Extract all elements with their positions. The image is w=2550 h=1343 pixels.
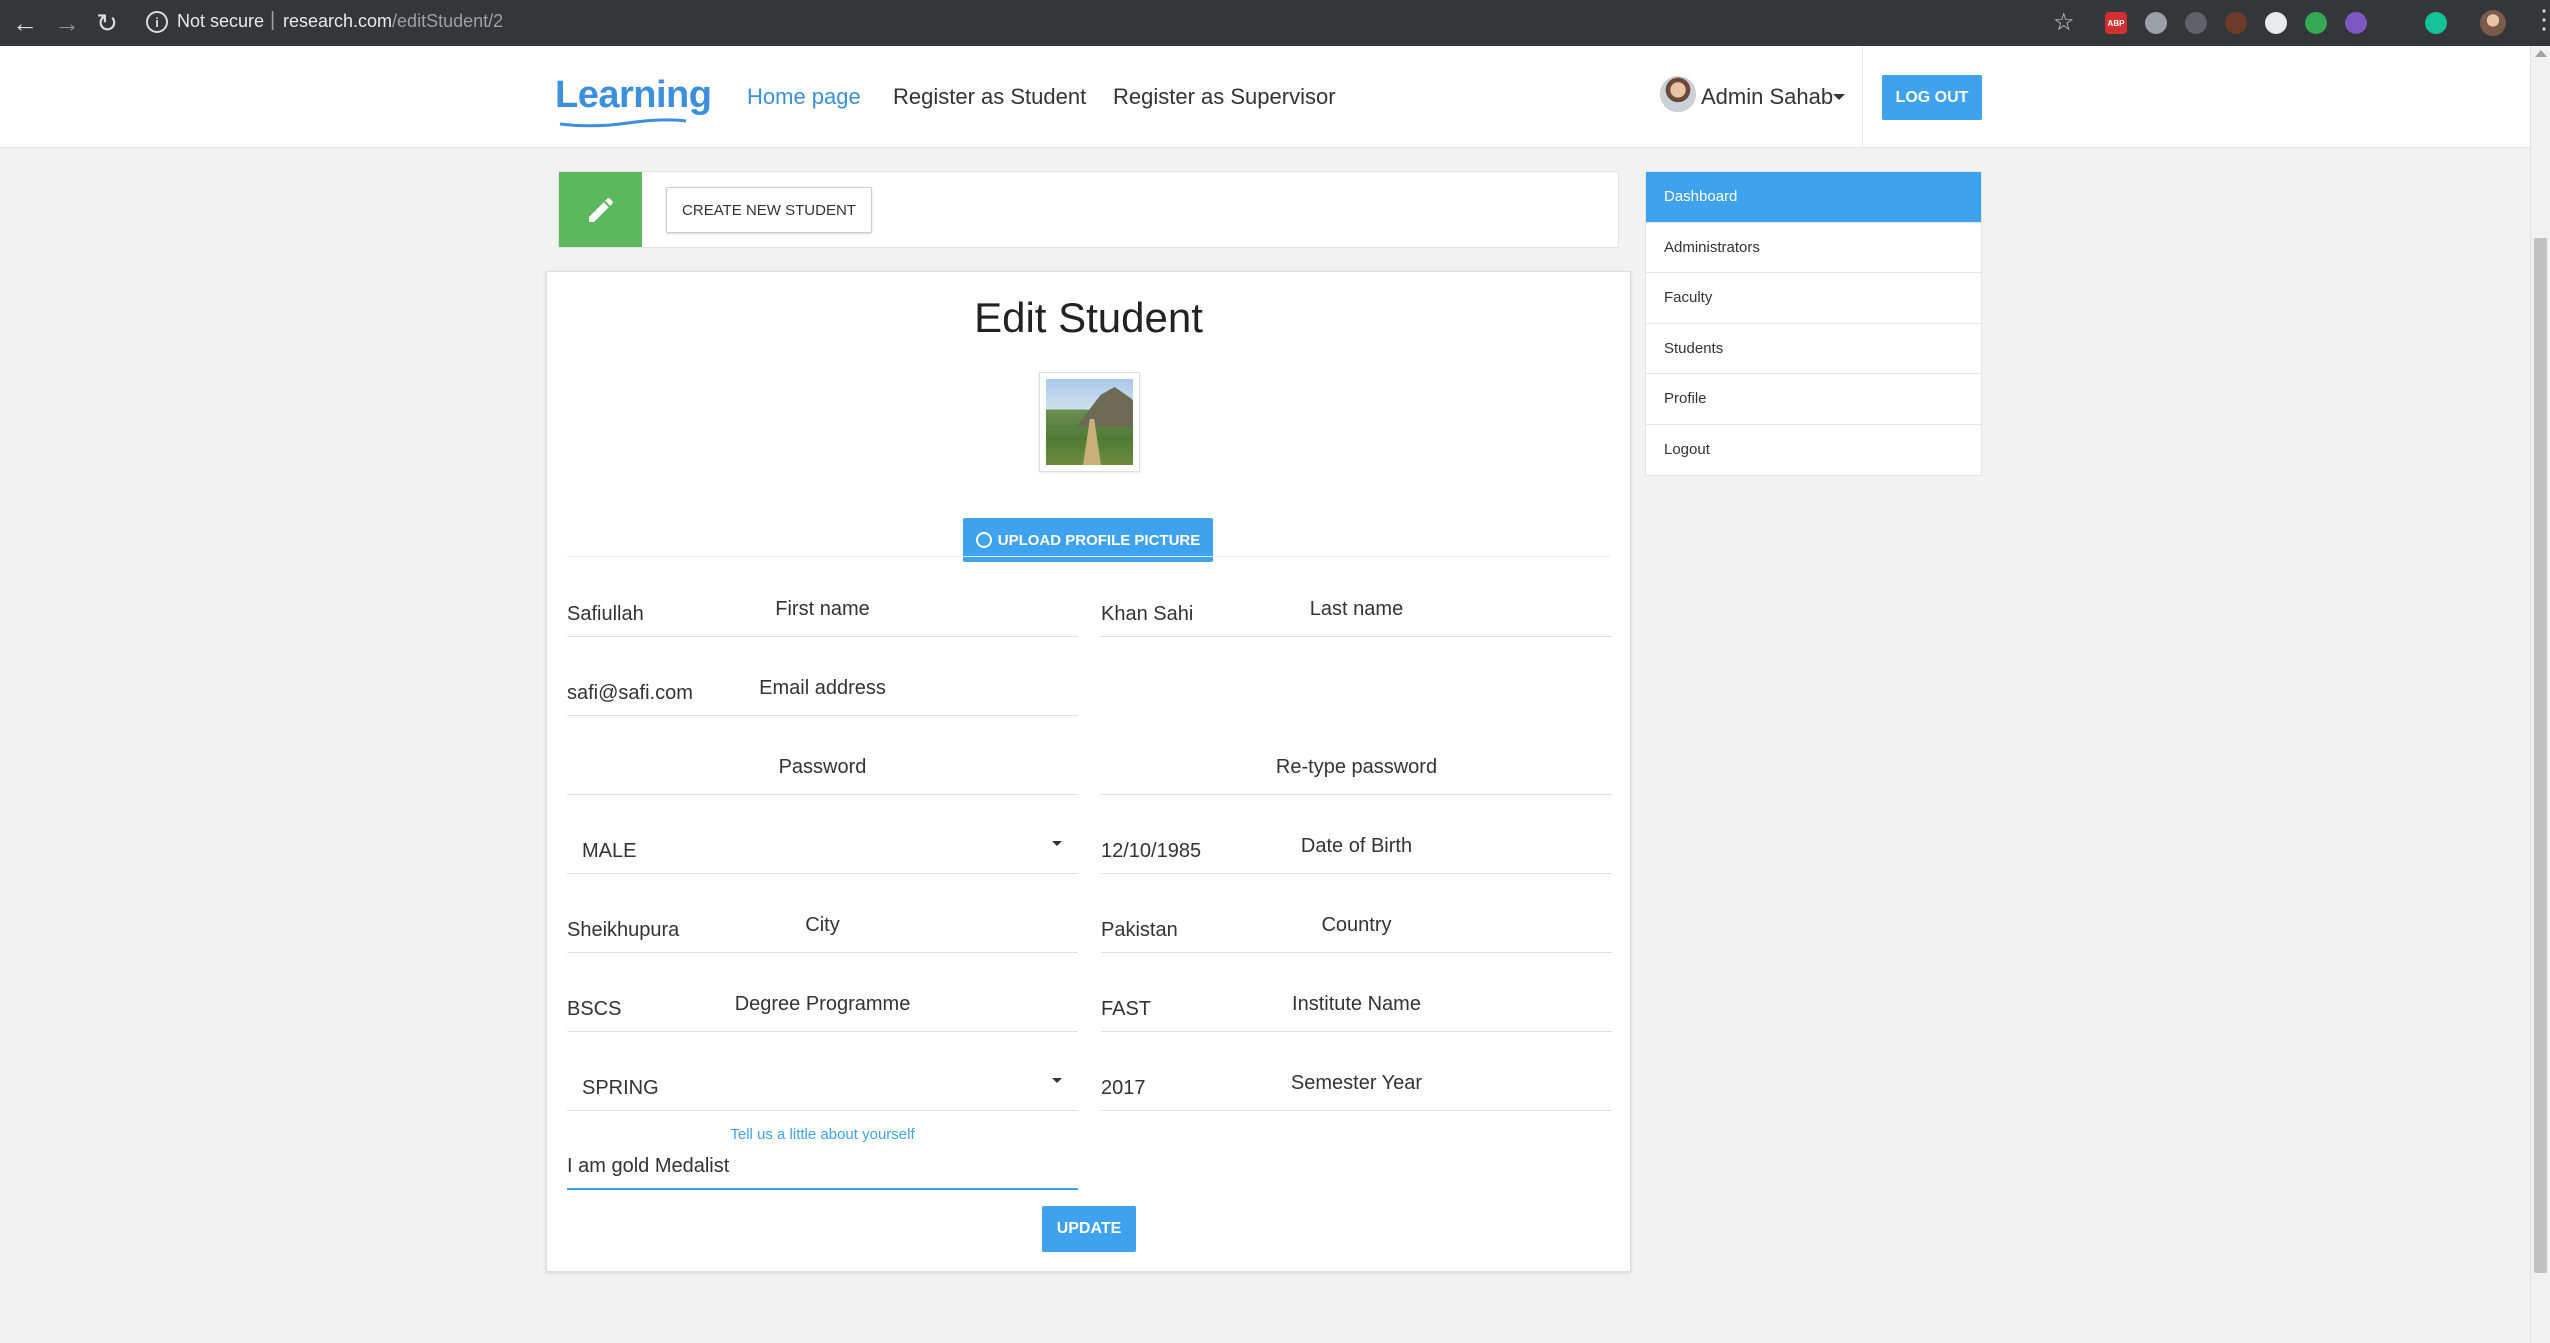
sidebar-item-dashboard[interactable]: Dashboard — [1646, 172, 1981, 223]
degree-label: Degree Programme — [734, 993, 911, 1015]
action-toolbar: CREATE NEW STUDENT — [558, 171, 1619, 248]
chevron-down-icon[interactable] — [1833, 94, 1845, 100]
page-scrollbar[interactable] — [2530, 46, 2550, 1343]
nav-register-student[interactable]: Register as Student — [893, 84, 1086, 110]
divider — [567, 556, 1611, 557]
avatar[interactable] — [1660, 76, 1696, 112]
semester-value: SPRING — [582, 1077, 659, 1099]
top-navbar: Learning Home page Register as Student R… — [0, 46, 2530, 148]
institute-label: Institute Name — [1292, 993, 1421, 1015]
password-field[interactable]: Password — [567, 735, 1078, 795]
url-separator: | — [270, 9, 276, 31]
user-circle-icon — [975, 532, 992, 548]
country-field[interactable]: Pakistan Country — [1101, 893, 1612, 953]
retype-password-field[interactable]: Re-type password — [1101, 735, 1612, 795]
user-menu[interactable]: Admin Sahab — [1701, 84, 1833, 110]
address-bar[interactable]: research.com/editStudent/2 — [283, 11, 503, 32]
first-name-field[interactable]: Safiullah First name — [567, 577, 1078, 637]
bookmark-star-icon[interactable]: ☆ — [2053, 8, 2075, 37]
password-label: Password — [778, 756, 867, 778]
browser-menu-icon[interactable]: ⋮ — [2531, 6, 2550, 32]
logo-underline — [559, 118, 687, 128]
about-field[interactable]: I am gold Medalist Tell us a little abou… — [567, 1126, 1078, 1190]
reload-icon[interactable]: ↻ — [92, 8, 122, 38]
sidebar-item-faculty[interactable]: Faculty — [1646, 273, 1981, 324]
gender-value: MALE — [582, 840, 637, 862]
about-label: Tell us a little about yourself — [730, 1126, 915, 1143]
adblock-extension-icon[interactable]: ABP — [2105, 12, 2127, 34]
update-button[interactable]: UPDATE — [1042, 1206, 1136, 1252]
back-arrow-icon[interactable]: ← — [10, 8, 40, 38]
upload-label: UPLOAD PROFILE PICTURE — [997, 531, 1201, 549]
forward-arrow-icon[interactable]: → — [52, 8, 82, 38]
edit-student-card: Edit Student UPLOAD PROFILE PICTURE Safi… — [546, 271, 1631, 1272]
extension-icon[interactable] — [2305, 12, 2327, 34]
extension-icon[interactable] — [2225, 12, 2247, 34]
sidebar-item-students[interactable]: Students — [1646, 324, 1981, 374]
last-name-label: Last name — [1309, 598, 1404, 620]
city-label: City — [805, 914, 840, 936]
last-name-field[interactable]: Khan Sahi Last name — [1101, 577, 1612, 637]
sidebar-item-profile[interactable]: Profile — [1646, 374, 1981, 425]
page-title: Edit Student — [974, 294, 1203, 341]
scroll-up-arrow-icon[interactable] — [2535, 50, 2547, 57]
semester-year-label: Semester Year — [1290, 1072, 1423, 1094]
extension-icon[interactable] — [2345, 12, 2367, 34]
first-name-label: First name — [775, 598, 870, 620]
nav-register-supervisor[interactable]: Register as Supervisor — [1113, 84, 1336, 110]
info-icon[interactable]: i — [146, 11, 168, 33]
navbar-divider — [1862, 46, 1863, 148]
sidebar-item-logout[interactable]: Logout — [1646, 425, 1981, 476]
scroll-thumb[interactable] — [2534, 238, 2547, 1273]
settings-extension-icon[interactable] — [2185, 12, 2207, 34]
logout-button[interactable]: LOG OUT — [1882, 75, 1982, 120]
logo[interactable]: Learning — [555, 74, 712, 117]
city-field[interactable]: Sheikhupura City — [567, 893, 1078, 953]
email-label: Email address — [759, 677, 886, 699]
dropdown-arrow-icon — [1052, 1078, 1062, 1083]
country-label: Country — [1321, 914, 1392, 936]
gender-select[interactable]: MALE — [567, 814, 1078, 874]
profile-avatar-icon[interactable] — [2480, 10, 2506, 36]
extension-icon[interactable] — [2265, 12, 2287, 34]
nav-home[interactable]: Home page — [747, 84, 861, 110]
semester-select[interactable]: SPRING — [567, 1051, 1078, 1111]
security-label: Not secure — [177, 11, 265, 31]
dropdown-arrow-icon — [1052, 841, 1062, 846]
pencil-icon — [559, 172, 642, 247]
dob-field[interactable]: 12/10/1985 Date of Birth — [1101, 814, 1612, 874]
institute-field[interactable]: FAST Institute Name — [1101, 972, 1612, 1032]
url-path: /editStudent/2 — [392, 11, 504, 31]
degree-field[interactable]: BSCS Degree Programme — [567, 972, 1078, 1032]
url-host: research.com — [283, 11, 393, 31]
dob-label: Date of Birth — [1300, 835, 1413, 857]
browser-toolbar: ← → ↻ i Not secure | research.com/editSt… — [0, 0, 2550, 46]
create-new-student-button[interactable]: CREATE NEW STUDENT — [666, 187, 872, 233]
extension-icon[interactable] — [2145, 12, 2167, 34]
retype-password-label: Re-type password — [1275, 756, 1438, 778]
semester-year-field[interactable]: 2017 Semester Year — [1101, 1051, 1612, 1111]
email-field[interactable]: safi@safi.com Email address — [567, 656, 1078, 716]
grammarly-extension-icon[interactable] — [2425, 12, 2447, 34]
sidebar-item-administrators[interactable]: Administrators — [1646, 223, 1981, 273]
about-value: I am gold Medalist — [567, 1155, 730, 1177]
sidebar: Dashboard Administrators Faculty Student… — [1645, 171, 1982, 476]
profile-picture — [1039, 372, 1140, 472]
